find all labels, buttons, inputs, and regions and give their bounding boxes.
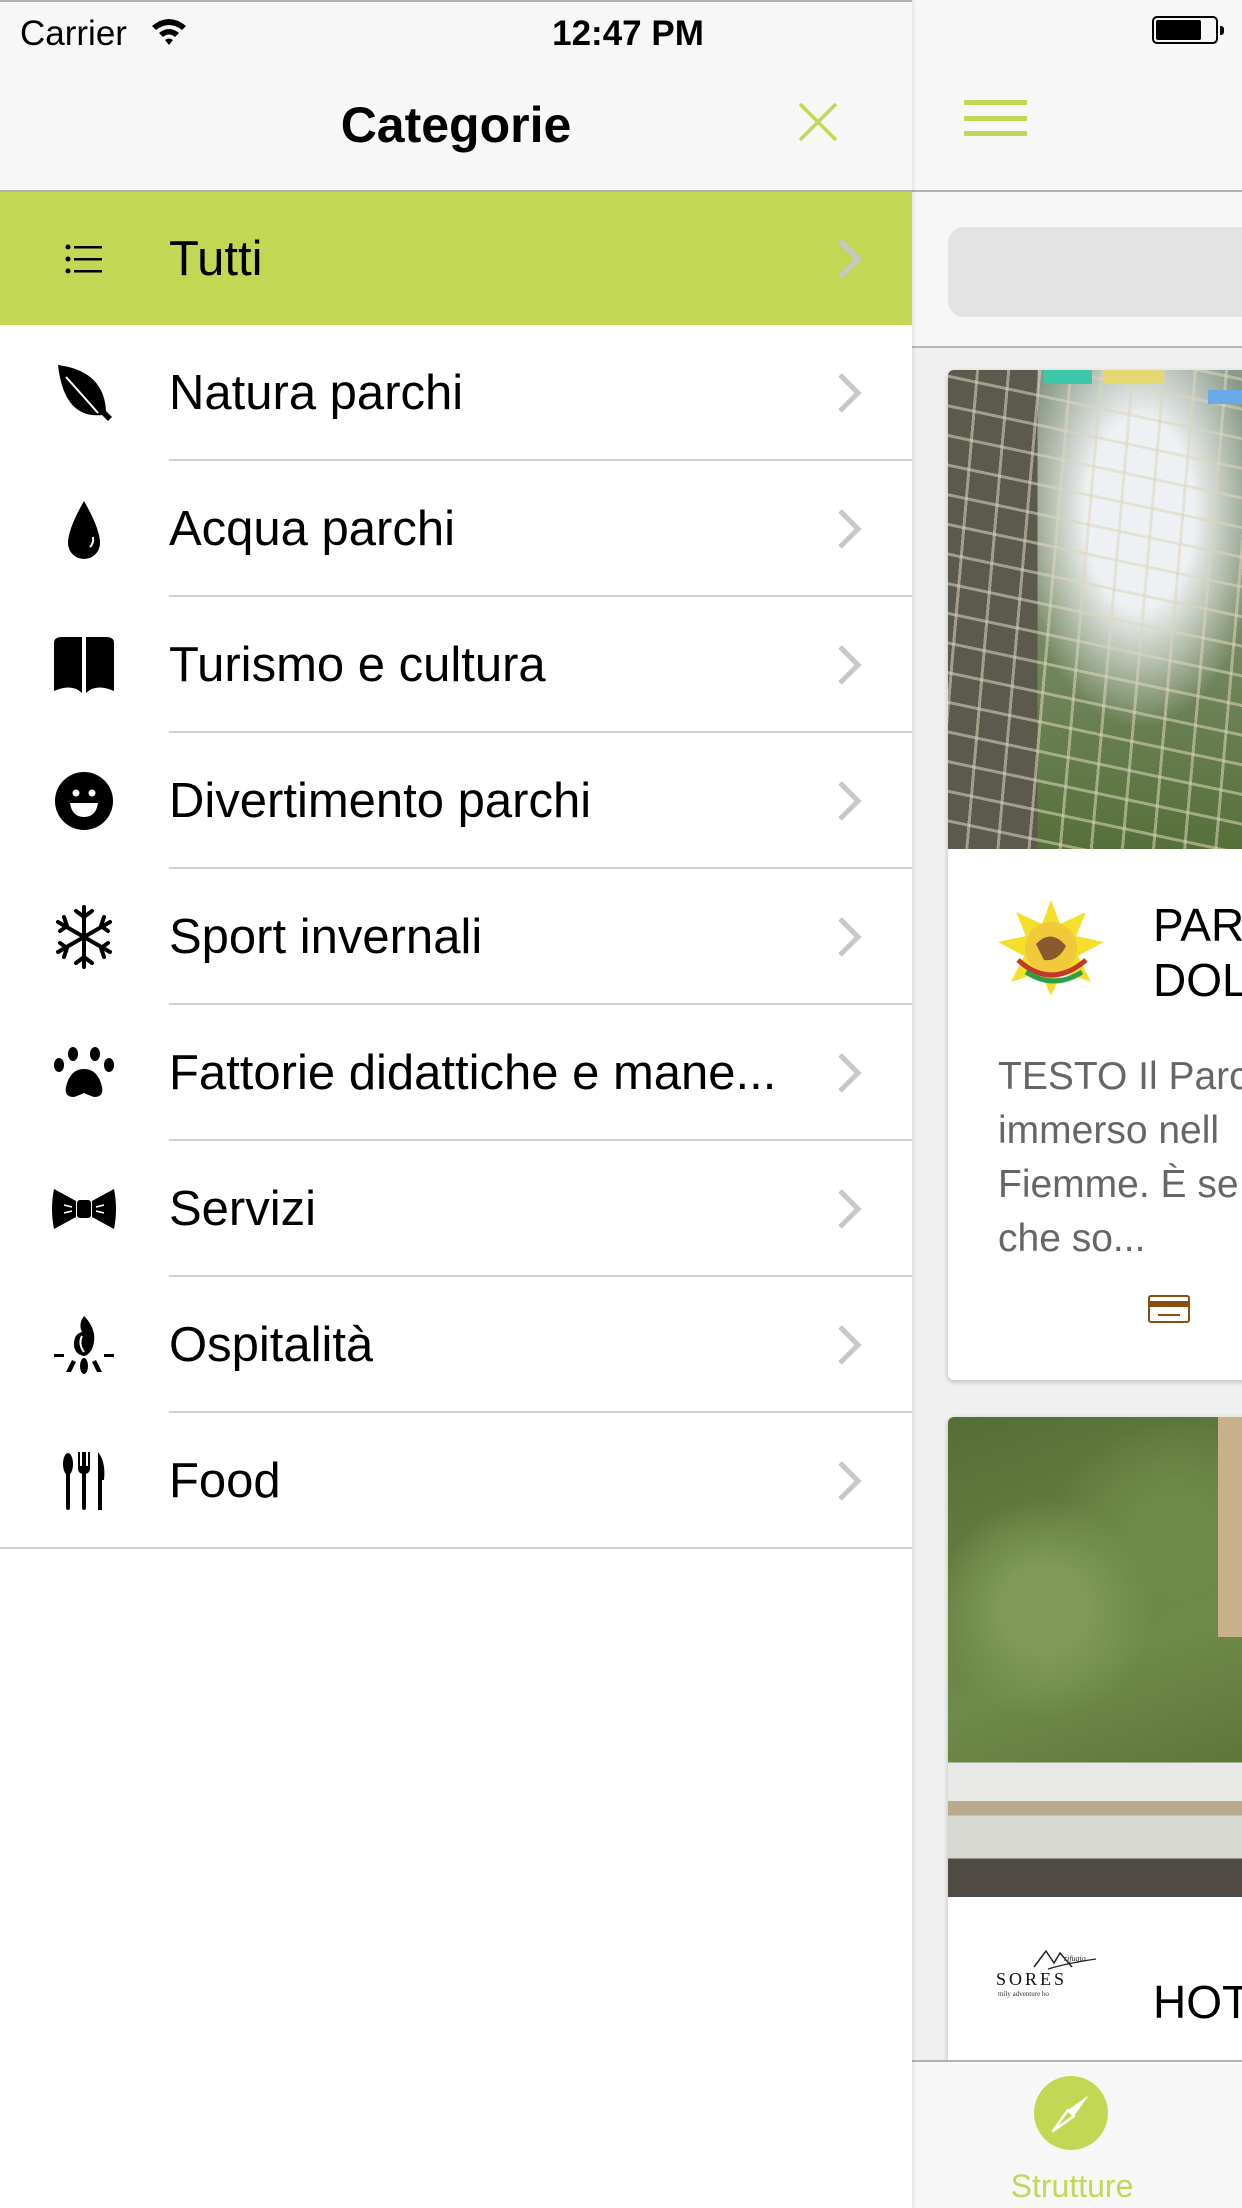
category-label: Food: [169, 1454, 281, 1508]
content-panel: PAR DOL TESTO Il Parc immerso nell Fiemm…: [912, 0, 1242, 2208]
card-description-line: immerso nell: [998, 1109, 1220, 1152]
sores-hotel-logo: rifugio SORES mily adventure ho: [996, 1949, 1096, 1998]
category-item-ospitalita[interactable]: Ospitalità: [0, 1277, 912, 1413]
card-title-line: HOT: [1153, 1976, 1242, 2028]
adventure-dolomiti-logo: [998, 900, 1104, 996]
menu-header: Categorie: [0, 60, 912, 192]
category-item-natura-parchi[interactable]: Natura parchi: [0, 325, 912, 461]
status-bar: Carrier 12:47 PM: [0, 0, 912, 60]
card-title-line: DOL: [1153, 954, 1242, 1006]
svg-text:mily adventure ho: mily adventure ho: [998, 1990, 1049, 1998]
chevron-right-icon: [838, 1189, 862, 1229]
cutlery-icon: [50, 1447, 118, 1515]
chevron-right-icon: [838, 509, 862, 549]
card-description-line: TESTO Il Parc: [998, 1055, 1242, 1098]
category-menu: Carrier 12:47 PM Categorie Tutti Natura …: [0, 0, 912, 2208]
chevron-right-icon: [838, 645, 862, 685]
search-input[interactable]: [948, 227, 1242, 317]
chevron-right-icon: [838, 373, 862, 413]
chevron-right-icon: [838, 781, 862, 821]
category-label: Fattorie didattiche e mane...: [169, 1046, 777, 1100]
book-icon: [50, 631, 118, 699]
chevron-right-icon: [838, 917, 862, 957]
tab-strutture[interactable]: Strutture: [1007, 2076, 1137, 2206]
tab-label: Strutture: [1010, 2168, 1134, 2204]
water-drop-icon: [50, 495, 118, 563]
category-label: Turismo e cultura: [169, 638, 546, 692]
category-item-acqua-parchi[interactable]: Acqua parchi: [0, 461, 912, 597]
category-label: Ospitalità: [169, 1318, 374, 1372]
category-item-sport-invernali[interactable]: Sport invernali: [0, 869, 912, 1005]
card-description-line: Fiemme. È se: [998, 1163, 1239, 1206]
bow-tie-icon: [50, 1175, 118, 1243]
card-description: TESTO Il Parc immerso nell Fiemme. È se …: [998, 1050, 1242, 1266]
close-icon[interactable]: [796, 100, 840, 144]
structures-list[interactable]: PAR DOL TESTO Il Parc immerso nell Fiemm…: [912, 350, 1242, 2060]
category-item-turismo-e-cultura[interactable]: Turismo e cultura: [0, 597, 912, 733]
list-icon: [50, 225, 118, 293]
snowflake-icon: [50, 903, 118, 971]
category-item-divertimento-parchi[interactable]: Divertimento parchi: [0, 733, 912, 869]
svg-text:SORES: SORES: [996, 1969, 1067, 1989]
tab-bar: Strutture: [912, 2060, 1242, 2208]
campfire-icon: [50, 1311, 118, 1379]
card-title-line: PAR: [1153, 899, 1242, 951]
category-item-food[interactable]: Food: [0, 1413, 912, 1549]
chevron-right-icon: [838, 1325, 862, 1365]
card-title: PAR DOL: [1153, 898, 1242, 1008]
category-label: Natura parchi: [169, 366, 464, 420]
structure-card[interactable]: PAR DOL TESTO Il Parc immerso nell Fiemm…: [948, 370, 1242, 1380]
svg-text:rifugio: rifugio: [1064, 1954, 1086, 1963]
category-label: Acqua parchi: [169, 502, 456, 556]
leaf-icon: [50, 359, 118, 427]
smiley-icon: [50, 767, 118, 835]
category-label: Servizi: [169, 1182, 317, 1236]
category-label: Sport invernali: [169, 910, 483, 964]
category-item-tutti[interactable]: Tutti: [0, 192, 912, 325]
card-title: HOT: [1153, 1975, 1242, 2030]
card-photo: [948, 370, 1242, 849]
paw-icon: [50, 1039, 118, 1107]
structure-card[interactable]: rifugio SORES mily adventure ho HOT: [948, 1417, 1242, 2060]
compass-icon: [1034, 2076, 1108, 2150]
hamburger-icon[interactable]: [964, 100, 1027, 136]
category-item-fattorie-didattiche[interactable]: Fattorie didattiche e mane...: [0, 1005, 912, 1141]
category-label: Tutti: [169, 231, 263, 286]
card-description-line: che so...: [998, 1217, 1146, 1260]
search-area: [912, 192, 1242, 348]
credit-card-icon: [1148, 1295, 1190, 1323]
chevron-right-icon: [838, 238, 862, 279]
card-photo: [948, 1417, 1242, 1897]
category-list: Tutti Natura parchi Acqua parchi Turismo…: [0, 192, 912, 1549]
menu-title: Categorie: [340, 97, 572, 153]
clock: 12:47 PM: [552, 14, 704, 53]
chevron-right-icon: [838, 1053, 862, 1093]
chevron-right-icon: [838, 1461, 862, 1501]
category-label: Divertimento parchi: [169, 774, 592, 828]
category-item-servizi[interactable]: Servizi: [0, 1141, 912, 1277]
